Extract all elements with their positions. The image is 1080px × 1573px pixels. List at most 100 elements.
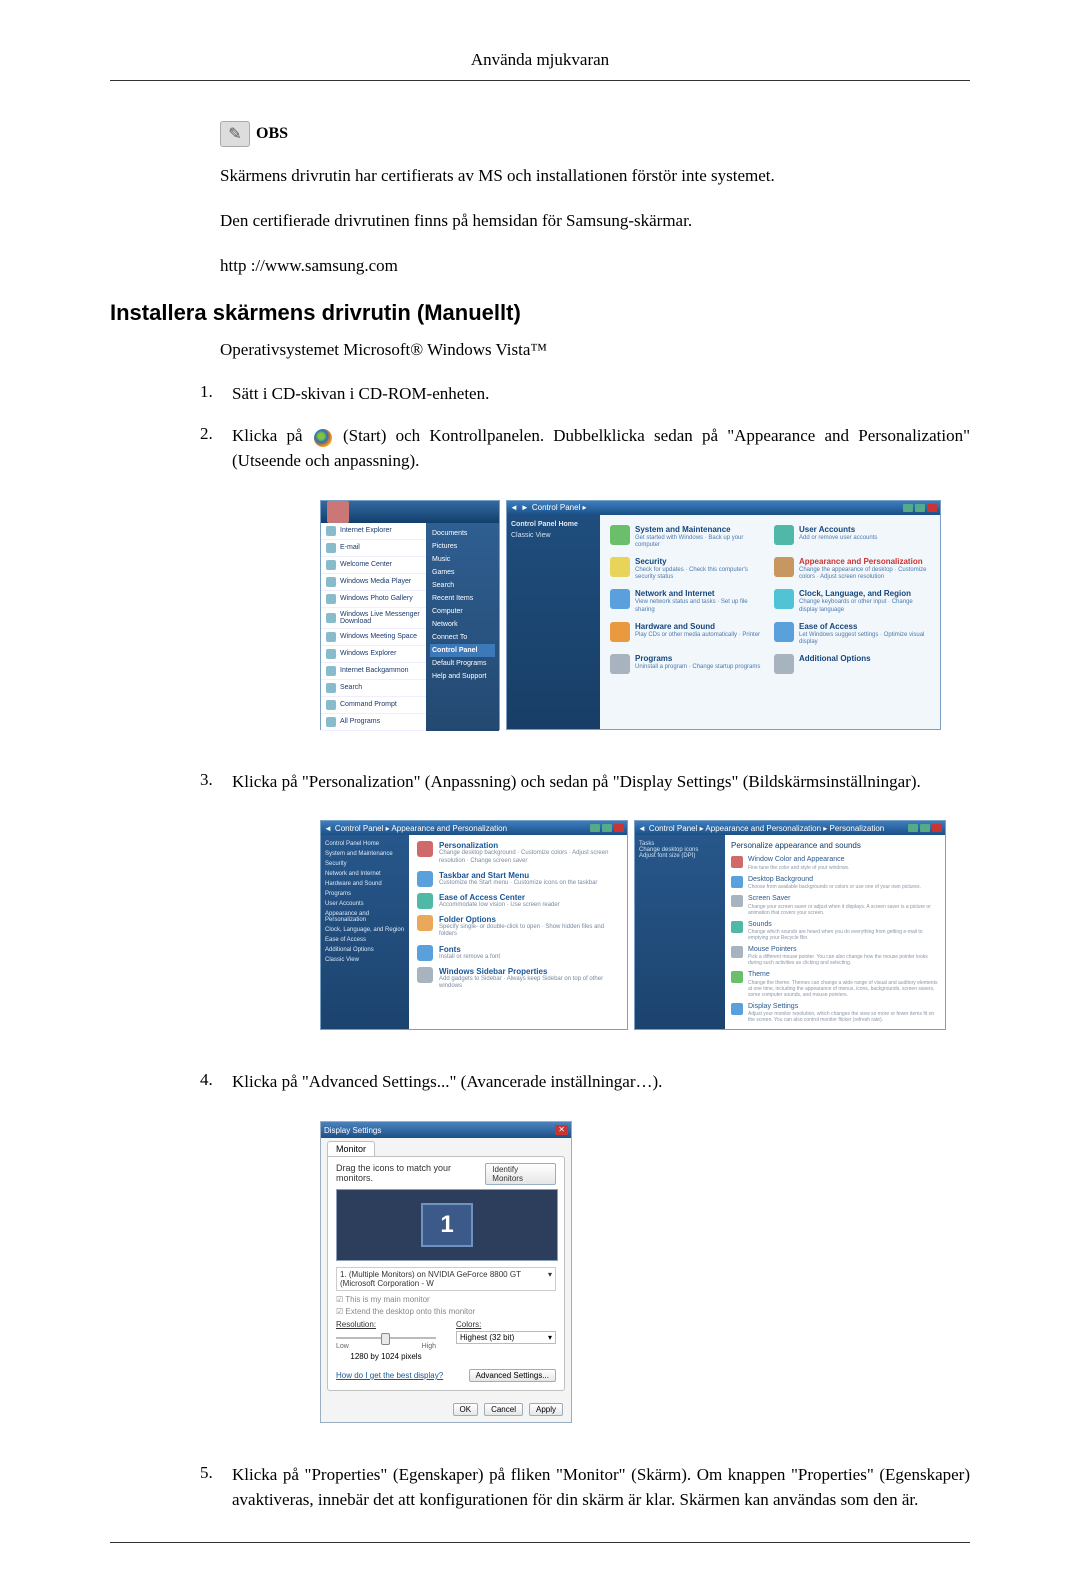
cpl-category[interactable]: User AccountsAdd or remove user accounts [770, 521, 934, 553]
chevron-down-icon: ▾ [548, 1270, 552, 1288]
start-menu-item[interactable]: Welcome Center [321, 557, 426, 574]
cpl-category[interactable]: Clock, Language, and RegionChange keyboa… [770, 585, 934, 617]
cpl-category[interactable]: SecurityCheck for updates · Check this c… [606, 553, 770, 585]
back-icon[interactable]: ◄ [638, 824, 646, 833]
back-icon[interactable]: ◄ [510, 503, 518, 512]
monitor-icon[interactable]: 1 [421, 1203, 473, 1247]
start-menu-right-item[interactable]: Music [430, 553, 495, 566]
side-item[interactable]: Appearance and Personalization [325, 911, 405, 923]
monitor-select[interactable]: 1. (Multiple Monitors) on NVIDIA GeForce… [336, 1267, 556, 1291]
start-menu-item[interactable]: Internet Explorer [321, 523, 426, 540]
breadcrumb[interactable]: Control Panel ▸ Appearance and Personali… [335, 824, 507, 833]
resolution-slider[interactable] [336, 1335, 436, 1341]
cpl-category[interactable]: Ease of AccessLet Windows suggest settin… [770, 618, 934, 650]
step-number: 1. [200, 382, 232, 402]
side-item[interactable]: Hardware and Sound [325, 881, 405, 887]
side-item[interactable]: Control Panel Home [325, 841, 405, 847]
cpl-category[interactable]: Hardware and SoundPlay CDs or other medi… [606, 618, 770, 650]
personalization-item-display-settings[interactable]: Display SettingsAdjust your monitor reso… [731, 1003, 939, 1023]
start-menu-item[interactable]: Windows Media Player [321, 574, 426, 591]
personalization-item[interactable]: ThemeChange the theme. Themes can change… [731, 971, 939, 997]
side-item[interactable]: Security [325, 861, 405, 867]
item-icon [417, 945, 433, 961]
start-menu-right-item[interactable]: Default Programs [430, 657, 495, 670]
extend-desktop-checkbox[interactable]: ☑ Extend the desktop onto this monitor [336, 1307, 556, 1316]
side-item[interactable]: Classic View [325, 957, 405, 963]
cpl-category[interactable]: System and MaintenanceGet started with W… [606, 521, 770, 553]
forward-icon[interactable]: ► [521, 503, 529, 512]
start-menu-item[interactable]: Windows Live Messenger Download [321, 608, 426, 629]
start-menu-right-item[interactable]: Games [430, 566, 495, 579]
classic-view-link[interactable]: Classic View [511, 532, 596, 539]
appearance-item[interactable]: Taskbar and Start MenuCustomize the Star… [417, 871, 619, 887]
side-item[interactable]: Programs [325, 891, 405, 897]
start-menu-right-item[interactable]: Computer [430, 605, 495, 618]
colors-select[interactable]: Highest (32 bit)▾ [456, 1331, 556, 1344]
start-menu-item[interactable]: E-mail [321, 540, 426, 557]
side-item[interactable]: Clock, Language, and Region [325, 927, 405, 933]
start-menu-right-item[interactable]: Documents [430, 527, 495, 540]
back-icon[interactable]: ◄ [324, 824, 332, 833]
start-menu-right-item[interactable]: Connect To [430, 631, 495, 644]
breadcrumb[interactable]: Control Panel ▸ [532, 503, 587, 512]
identify-monitors-button[interactable]: Identify Monitors [485, 1163, 556, 1185]
main-monitor-checkbox[interactable]: ☑ This is my main monitor [336, 1295, 556, 1304]
monitor-preview-area[interactable]: 1 [336, 1189, 558, 1261]
personalization-item[interactable]: Mouse PointersPick a different mouse poi… [731, 946, 939, 966]
side-item[interactable]: System and Maintenance [325, 851, 405, 857]
appearance-item[interactable]: Ease of Access CenterAccommodate low vis… [417, 893, 619, 909]
all-programs-item[interactable]: All Programs [321, 714, 426, 731]
appearance-item[interactable]: FontsInstall or remove a font [417, 945, 619, 961]
apply-button[interactable]: Apply [529, 1403, 563, 1416]
side-link[interactable]: Adjust font size (DPI) [639, 853, 721, 859]
drag-instruction: Drag the icons to match your monitors. [336, 1163, 485, 1185]
ok-button[interactable]: OK [453, 1403, 479, 1416]
app-icon [326, 577, 336, 587]
personalization-item[interactable]: Window Color and AppearanceFine tune the… [731, 856, 939, 870]
start-menu-control-panel[interactable]: Control Panel [430, 644, 495, 657]
start-menu-right-item[interactable]: Pictures [430, 540, 495, 553]
item-icon [731, 876, 743, 888]
appearance-item[interactable]: Folder OptionsSpecify single- or double-… [417, 915, 619, 938]
window-controls[interactable] [908, 824, 942, 832]
figure-1: Internet Explorer E-mail Welcome Center … [320, 500, 941, 730]
start-menu-right-item[interactable]: Search [430, 579, 495, 592]
start-menu-right-item[interactable]: Network [430, 618, 495, 631]
close-icon[interactable]: ✕ [555, 1125, 568, 1135]
app-icon [326, 613, 336, 623]
category-icon [610, 557, 630, 577]
side-item[interactable]: Network and Internet [325, 871, 405, 877]
appearance-item-personalization[interactable]: PersonalizationChange desktop background… [417, 841, 619, 864]
app-icon [326, 700, 336, 710]
start-menu-right-item[interactable]: Help and Support [430, 670, 495, 683]
start-menu-right-item[interactable]: Recent Items [430, 592, 495, 605]
cpl-category[interactable]: ProgramsUninstall a program · Change sta… [606, 650, 770, 678]
start-menu-item[interactable]: Search [321, 680, 426, 697]
item-icon [731, 946, 743, 958]
start-menu-item[interactable]: Windows Meeting Space [321, 629, 426, 646]
start-menu-item[interactable]: Internet Backgammon [321, 663, 426, 680]
resolution-label: Resolution: [336, 1320, 436, 1329]
start-menu-item[interactable]: Windows Photo Gallery [321, 591, 426, 608]
personalization-item[interactable]: Screen SaverChange your screen saver or … [731, 895, 939, 915]
advanced-settings-button[interactable]: Advanced Settings... [469, 1369, 556, 1382]
start-menu-item[interactable]: Command Prompt [321, 697, 426, 714]
appearance-item[interactable]: Windows Sidebar PropertiesAdd gadgets to… [417, 967, 619, 990]
category-icon [610, 525, 630, 545]
help-link[interactable]: How do I get the best display? [336, 1371, 443, 1380]
side-item[interactable]: Ease of Access [325, 937, 405, 943]
personalization-item[interactable]: SoundsChange which sounds are heard when… [731, 921, 939, 941]
tab-monitor[interactable]: Monitor [327, 1141, 375, 1156]
start-menu-item[interactable]: Windows Explorer [321, 646, 426, 663]
personalization-item[interactable]: Desktop BackgroundChoose from available … [731, 876, 939, 890]
breadcrumb[interactable]: Control Panel ▸ Appearance and Personali… [649, 824, 884, 833]
cpl-category[interactable]: Additional Options [770, 650, 934, 678]
window-controls[interactable] [590, 824, 624, 832]
cpl-category-appearance[interactable]: Appearance and PersonalizationChange the… [770, 553, 934, 585]
app-icon [326, 666, 336, 676]
cancel-button[interactable]: Cancel [484, 1403, 523, 1416]
cpl-category[interactable]: Network and InternetView network status … [606, 585, 770, 617]
side-item[interactable]: User Accounts [325, 901, 405, 907]
window-controls[interactable] [903, 504, 937, 512]
side-item[interactable]: Additional Options [325, 947, 405, 953]
